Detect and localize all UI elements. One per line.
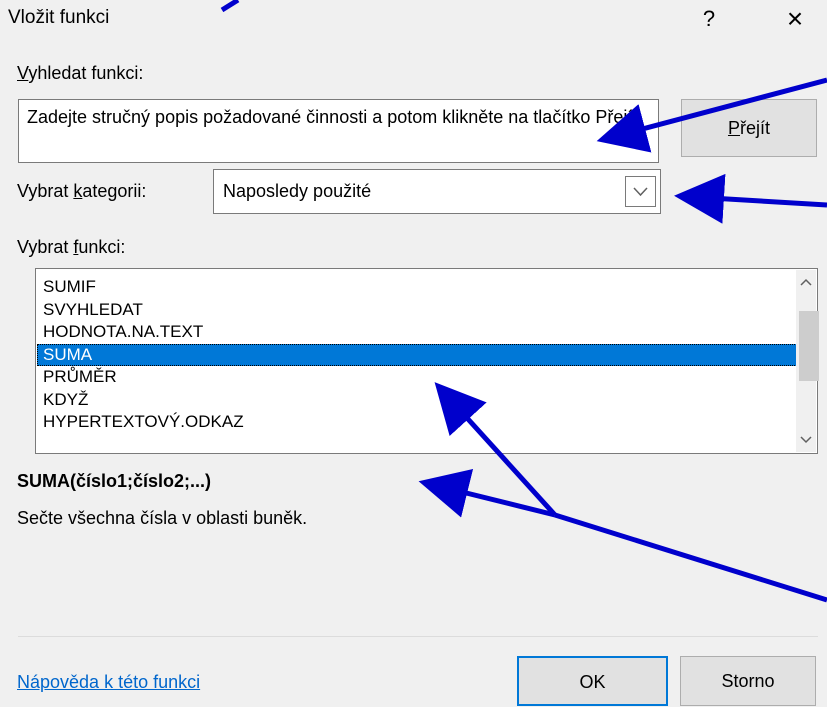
- annotation-arrow-top: [220, 0, 240, 13]
- annotation-arrow-search: [596, 77, 827, 153]
- annotation-arrow-suma: [434, 382, 557, 517]
- annotation-arrow-category: [674, 173, 827, 224]
- annotation-arrow-syntax: [418, 468, 556, 518]
- annotation-arrows: [220, 0, 827, 603]
- annotation-arrow-tail: [554, 512, 827, 603]
